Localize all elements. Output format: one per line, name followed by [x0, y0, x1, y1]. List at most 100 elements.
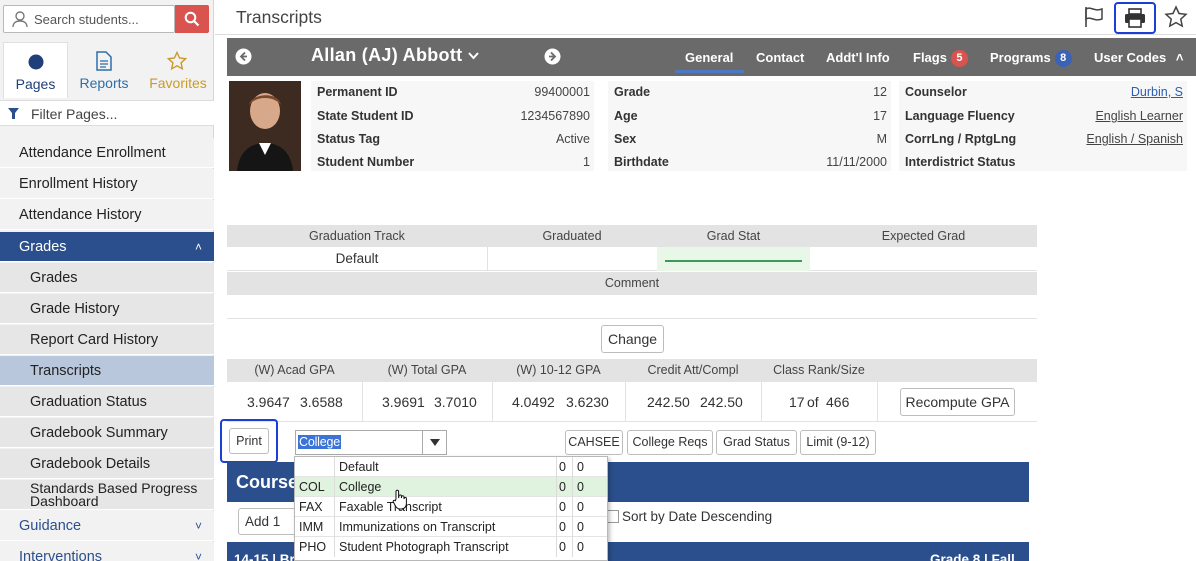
sidebar-item-attendance-enrollment[interactable]: Attendance Enrollment — [0, 138, 214, 168]
column-divider — [334, 517, 335, 537]
tab-reports[interactable]: Reports — [70, 42, 138, 98]
sidebar-item-grades[interactable]: Grades — [0, 263, 214, 293]
cahsee-button[interactable]: CAHSEE — [565, 430, 623, 455]
star-icon — [167, 51, 187, 71]
info-label: Language Fluency — [905, 109, 1015, 123]
tab-addtl-info[interactable]: Addt'l Info — [826, 50, 890, 65]
acad-gpa-weighted: 3.9647 — [247, 394, 290, 410]
limit-9-12-button[interactable]: Limit (9-12) — [800, 430, 876, 455]
add-record-button[interactable]: Add 1 Re — [238, 508, 300, 535]
dropdown-option[interactable]: Default 0 0 — [295, 457, 607, 477]
star-icon — [1164, 5, 1188, 29]
sidebar-item-guidance-label: Guidance — [19, 518, 82, 534]
option-name: Default — [339, 460, 379, 474]
grad-status-button[interactable]: Grad Status — [716, 430, 797, 455]
info-row-grade: Grade 12 — [608, 81, 891, 104]
credit-header: Credit Att/Compl — [625, 359, 761, 381]
sidebar-item-standards-dashboard[interactable]: Standards Based Progress Dashboard — [0, 480, 214, 510]
tab-user-codes[interactable]: User Codes ˄ — [1094, 50, 1183, 65]
column-divider — [556, 517, 557, 537]
search-button[interactable] — [175, 5, 209, 33]
student-name-dropdown[interactable]: Allan (AJ) Abbott — [311, 45, 481, 69]
sidebar-item-transcripts[interactable]: Transcripts — [0, 356, 214, 386]
option-count-b: 0 — [577, 480, 584, 494]
sidebar-item-gradebook-summary[interactable]: Gradebook Summary — [0, 418, 214, 448]
pages-icon — [28, 54, 44, 70]
option-count-a: 0 — [559, 500, 566, 514]
dropdown-option[interactable]: IMM Immunizations on Transcript 0 0 — [295, 517, 607, 537]
sidebar-item-interventions[interactable]: Interventions ˅ — [0, 542, 214, 561]
tab-favorites[interactable]: Favorites — [142, 42, 214, 98]
grad-stat-underline — [665, 260, 802, 262]
option-count-b: 0 — [577, 520, 584, 534]
column-divider — [572, 477, 573, 497]
print-button[interactable]: Print — [229, 428, 269, 454]
dropdown-option[interactable]: PHO Student Photograph Transcript 0 0 — [295, 537, 607, 557]
cell-divider — [625, 382, 626, 422]
filter-pages-input[interactable]: Filter Pages... — [0, 100, 214, 126]
info-column-demographics: Grade 12 Age 17 Sex M Birthdate 11/11/2000 — [608, 81, 891, 171]
tab-contact[interactable]: Contact — [756, 50, 804, 65]
recompute-gpa-button[interactable]: Recompute GPA — [900, 388, 1015, 416]
dropdown-arrow-icon[interactable] — [422, 431, 446, 454]
cell-divider — [487, 247, 488, 271]
info-label: Counselor — [905, 85, 967, 99]
search-input[interactable]: Search students... — [3, 5, 175, 33]
sidebar-item-graduation-status[interactable]: Graduation Status — [0, 387, 214, 417]
info-label: Sex — [614, 132, 637, 146]
info-row-interdistrict: Interdistrict Status — [899, 151, 1187, 174]
tab-general[interactable]: General — [685, 50, 733, 65]
dropdown-option-selected[interactable]: COL College 0 0 — [295, 477, 607, 497]
option-code: PHO — [299, 540, 327, 554]
grad-stat-field[interactable] — [657, 247, 810, 271]
counselor-link[interactable]: Durbin, S — [1131, 85, 1183, 99]
tab-flags-label: Flags — [913, 50, 947, 65]
flag-button[interactable] — [1083, 5, 1107, 29]
print-page-button[interactable] — [1114, 2, 1156, 34]
active-tab-indicator — [675, 70, 744, 73]
tab-programs[interactable]: Programs 8 — [990, 50, 1072, 67]
credit-completed: 242.50 — [700, 394, 743, 410]
cell-divider — [761, 382, 762, 422]
transcript-type-select[interactable]: College — [295, 430, 447, 455]
info-row-sex: Sex M — [608, 128, 891, 151]
course-history-title: Course — [236, 472, 299, 492]
column-divider — [572, 537, 573, 557]
class-size: 466 — [826, 394, 850, 410]
column-divider — [556, 537, 557, 557]
tab-pages[interactable]: Pages — [3, 42, 68, 98]
sidebar-item-gradebook-details[interactable]: Gradebook Details — [0, 449, 214, 479]
info-label: Age — [614, 109, 638, 123]
sidebar-item-grade-history[interactable]: Grade History — [0, 294, 214, 324]
cell-divider — [877, 382, 878, 422]
sidebar-item-report-card-history[interactable]: Report Card History — [0, 325, 214, 355]
college-reqs-button[interactable]: College Reqs — [627, 430, 713, 455]
chevron-up-icon: ˄ — [1175, 50, 1184, 65]
change-button[interactable]: Change — [601, 325, 664, 353]
next-student-button[interactable] — [544, 48, 561, 65]
search-placeholder: Search students... — [34, 12, 139, 27]
sidebar-group-grades[interactable]: Grades ˄ — [0, 232, 214, 262]
favorite-star-button[interactable] — [1164, 5, 1188, 29]
column-divider — [556, 477, 557, 497]
info-value: 11/11/2000 — [826, 155, 887, 169]
info-value: 17 — [873, 109, 887, 123]
printer-icon — [1124, 8, 1146, 28]
info-label: Birthdate — [614, 155, 669, 169]
graduation-track-value: Default — [335, 251, 379, 266]
option-count-a: 0 — [559, 480, 566, 494]
column-divider — [334, 537, 335, 557]
previous-student-button[interactable] — [235, 48, 252, 65]
comment-header: Comment — [227, 272, 1037, 295]
dropdown-option[interactable]: FAX Faxable Transcript 0 0 — [295, 497, 607, 517]
column-divider — [334, 497, 335, 517]
sidebar-item-attendance-history[interactable]: Attendance History — [0, 200, 214, 230]
sidebar-item-guidance[interactable]: Guidance ˅ — [0, 511, 214, 541]
filter-placeholder: Filter Pages... — [31, 106, 118, 122]
cell-divider — [362, 382, 363, 422]
tab-flags[interactable]: Flags 5 — [913, 50, 968, 67]
info-label: Interdistrict Status — [905, 155, 1016, 169]
sidebar-item-enrollment-history[interactable]: Enrollment History — [0, 169, 214, 199]
expected-grad-header: Expected Grad — [810, 225, 1037, 247]
search-icon — [184, 11, 200, 27]
